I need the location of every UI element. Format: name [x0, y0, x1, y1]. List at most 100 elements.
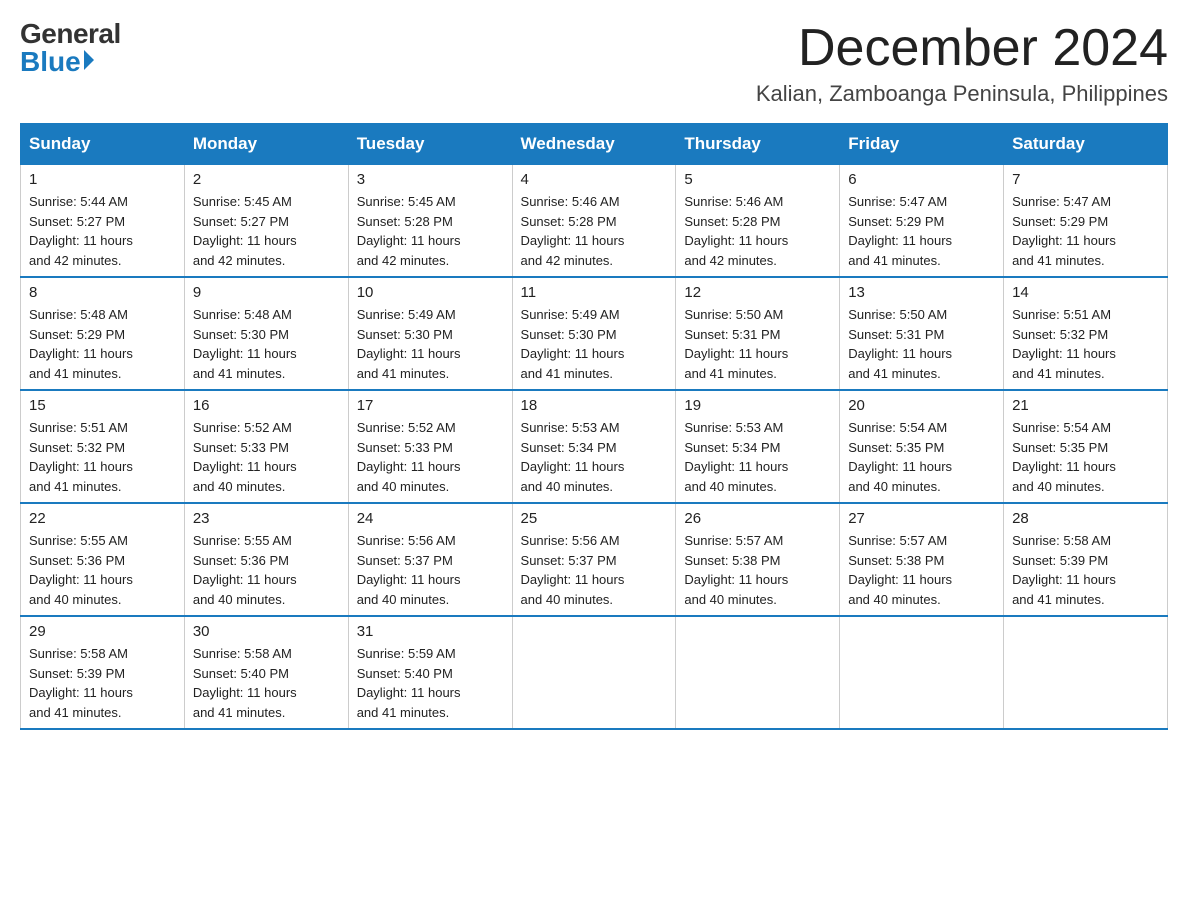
calendar-cell: 10 Sunrise: 5:49 AM Sunset: 5:30 PM Dayl…	[348, 277, 512, 390]
day-info: Sunrise: 5:45 AM Sunset: 5:27 PM Dayligh…	[193, 192, 340, 270]
day-info: Sunrise: 5:51 AM Sunset: 5:32 PM Dayligh…	[29, 418, 176, 496]
calendar-cell: 16 Sunrise: 5:52 AM Sunset: 5:33 PM Dayl…	[184, 390, 348, 503]
calendar-cell: 1 Sunrise: 5:44 AM Sunset: 5:27 PM Dayli…	[21, 165, 185, 278]
day-number: 31	[357, 623, 504, 640]
logo-general-text: General	[20, 20, 121, 48]
col-header-wednesday: Wednesday	[512, 124, 676, 165]
day-info: Sunrise: 5:46 AM Sunset: 5:28 PM Dayligh…	[684, 192, 831, 270]
title-section: December 2024 Kalian, Zamboanga Peninsul…	[756, 20, 1168, 107]
logo-triangle-icon	[84, 50, 94, 70]
calendar-cell: 24 Sunrise: 5:56 AM Sunset: 5:37 PM Dayl…	[348, 503, 512, 616]
day-number: 23	[193, 510, 340, 527]
day-number: 7	[1012, 171, 1159, 188]
calendar-week-3: 15 Sunrise: 5:51 AM Sunset: 5:32 PM Dayl…	[21, 390, 1168, 503]
day-info: Sunrise: 5:56 AM Sunset: 5:37 PM Dayligh…	[357, 531, 504, 609]
col-header-sunday: Sunday	[21, 124, 185, 165]
day-info: Sunrise: 5:49 AM Sunset: 5:30 PM Dayligh…	[357, 305, 504, 383]
calendar-cell	[512, 616, 676, 729]
calendar-cell	[676, 616, 840, 729]
calendar-cell: 8 Sunrise: 5:48 AM Sunset: 5:29 PM Dayli…	[21, 277, 185, 390]
day-number: 12	[684, 284, 831, 301]
day-info: Sunrise: 5:52 AM Sunset: 5:33 PM Dayligh…	[357, 418, 504, 496]
calendar-cell: 12 Sunrise: 5:50 AM Sunset: 5:31 PM Dayl…	[676, 277, 840, 390]
calendar-cell: 27 Sunrise: 5:57 AM Sunset: 5:38 PM Dayl…	[840, 503, 1004, 616]
day-number: 13	[848, 284, 995, 301]
day-number: 22	[29, 510, 176, 527]
calendar-cell: 9 Sunrise: 5:48 AM Sunset: 5:30 PM Dayli…	[184, 277, 348, 390]
day-info: Sunrise: 5:45 AM Sunset: 5:28 PM Dayligh…	[357, 192, 504, 270]
calendar-cell: 30 Sunrise: 5:58 AM Sunset: 5:40 PM Dayl…	[184, 616, 348, 729]
calendar-week-5: 29 Sunrise: 5:58 AM Sunset: 5:39 PM Dayl…	[21, 616, 1168, 729]
location-title: Kalian, Zamboanga Peninsula, Philippines	[756, 81, 1168, 107]
calendar-cell	[840, 616, 1004, 729]
day-info: Sunrise: 5:48 AM Sunset: 5:30 PM Dayligh…	[193, 305, 340, 383]
calendar-cell: 4 Sunrise: 5:46 AM Sunset: 5:28 PM Dayli…	[512, 165, 676, 278]
day-number: 8	[29, 284, 176, 301]
day-number: 9	[193, 284, 340, 301]
day-info: Sunrise: 5:55 AM Sunset: 5:36 PM Dayligh…	[29, 531, 176, 609]
day-info: Sunrise: 5:52 AM Sunset: 5:33 PM Dayligh…	[193, 418, 340, 496]
day-info: Sunrise: 5:51 AM Sunset: 5:32 PM Dayligh…	[1012, 305, 1159, 383]
day-number: 11	[521, 284, 668, 301]
day-number: 19	[684, 397, 831, 414]
logo: General Blue	[20, 20, 121, 76]
day-info: Sunrise: 5:46 AM Sunset: 5:28 PM Dayligh…	[521, 192, 668, 270]
calendar-cell: 29 Sunrise: 5:58 AM Sunset: 5:39 PM Dayl…	[21, 616, 185, 729]
day-number: 17	[357, 397, 504, 414]
day-info: Sunrise: 5:56 AM Sunset: 5:37 PM Dayligh…	[521, 531, 668, 609]
day-info: Sunrise: 5:50 AM Sunset: 5:31 PM Dayligh…	[684, 305, 831, 383]
day-number: 25	[521, 510, 668, 527]
calendar-cell: 13 Sunrise: 5:50 AM Sunset: 5:31 PM Dayl…	[840, 277, 1004, 390]
page-header: General Blue December 2024 Kalian, Zambo…	[20, 20, 1168, 107]
logo-blue-text: Blue	[20, 48, 121, 76]
calendar-cell: 14 Sunrise: 5:51 AM Sunset: 5:32 PM Dayl…	[1004, 277, 1168, 390]
calendar-cell: 26 Sunrise: 5:57 AM Sunset: 5:38 PM Dayl…	[676, 503, 840, 616]
day-number: 21	[1012, 397, 1159, 414]
calendar-cell: 15 Sunrise: 5:51 AM Sunset: 5:32 PM Dayl…	[21, 390, 185, 503]
calendar-week-4: 22 Sunrise: 5:55 AM Sunset: 5:36 PM Dayl…	[21, 503, 1168, 616]
col-header-saturday: Saturday	[1004, 124, 1168, 165]
day-number: 1	[29, 171, 176, 188]
day-number: 24	[357, 510, 504, 527]
calendar-cell	[1004, 616, 1168, 729]
calendar-table: SundayMondayTuesdayWednesdayThursdayFrid…	[20, 123, 1168, 730]
calendar-cell: 28 Sunrise: 5:58 AM Sunset: 5:39 PM Dayl…	[1004, 503, 1168, 616]
calendar-cell: 25 Sunrise: 5:56 AM Sunset: 5:37 PM Dayl…	[512, 503, 676, 616]
col-header-tuesday: Tuesday	[348, 124, 512, 165]
calendar-cell: 7 Sunrise: 5:47 AM Sunset: 5:29 PM Dayli…	[1004, 165, 1168, 278]
day-number: 18	[521, 397, 668, 414]
day-info: Sunrise: 5:57 AM Sunset: 5:38 PM Dayligh…	[684, 531, 831, 609]
calendar-cell: 23 Sunrise: 5:55 AM Sunset: 5:36 PM Dayl…	[184, 503, 348, 616]
day-info: Sunrise: 5:54 AM Sunset: 5:35 PM Dayligh…	[1012, 418, 1159, 496]
day-info: Sunrise: 5:58 AM Sunset: 5:40 PM Dayligh…	[193, 644, 340, 722]
day-number: 26	[684, 510, 831, 527]
day-number: 4	[521, 171, 668, 188]
col-header-monday: Monday	[184, 124, 348, 165]
day-info: Sunrise: 5:53 AM Sunset: 5:34 PM Dayligh…	[521, 418, 668, 496]
day-number: 20	[848, 397, 995, 414]
day-number: 14	[1012, 284, 1159, 301]
col-header-friday: Friday	[840, 124, 1004, 165]
calendar-cell: 2 Sunrise: 5:45 AM Sunset: 5:27 PM Dayli…	[184, 165, 348, 278]
calendar-cell: 20 Sunrise: 5:54 AM Sunset: 5:35 PM Dayl…	[840, 390, 1004, 503]
day-number: 27	[848, 510, 995, 527]
day-info: Sunrise: 5:47 AM Sunset: 5:29 PM Dayligh…	[1012, 192, 1159, 270]
day-number: 29	[29, 623, 176, 640]
calendar-cell: 21 Sunrise: 5:54 AM Sunset: 5:35 PM Dayl…	[1004, 390, 1168, 503]
day-info: Sunrise: 5:50 AM Sunset: 5:31 PM Dayligh…	[848, 305, 995, 383]
day-info: Sunrise: 5:49 AM Sunset: 5:30 PM Dayligh…	[521, 305, 668, 383]
calendar-cell: 5 Sunrise: 5:46 AM Sunset: 5:28 PM Dayli…	[676, 165, 840, 278]
day-info: Sunrise: 5:44 AM Sunset: 5:27 PM Dayligh…	[29, 192, 176, 270]
day-info: Sunrise: 5:54 AM Sunset: 5:35 PM Dayligh…	[848, 418, 995, 496]
calendar-cell: 22 Sunrise: 5:55 AM Sunset: 5:36 PM Dayl…	[21, 503, 185, 616]
calendar-cell: 6 Sunrise: 5:47 AM Sunset: 5:29 PM Dayli…	[840, 165, 1004, 278]
calendar-week-2: 8 Sunrise: 5:48 AM Sunset: 5:29 PM Dayli…	[21, 277, 1168, 390]
day-info: Sunrise: 5:57 AM Sunset: 5:38 PM Dayligh…	[848, 531, 995, 609]
day-number: 28	[1012, 510, 1159, 527]
calendar-week-1: 1 Sunrise: 5:44 AM Sunset: 5:27 PM Dayli…	[21, 165, 1168, 278]
day-number: 10	[357, 284, 504, 301]
day-number: 6	[848, 171, 995, 188]
day-number: 15	[29, 397, 176, 414]
day-number: 16	[193, 397, 340, 414]
calendar-cell: 18 Sunrise: 5:53 AM Sunset: 5:34 PM Dayl…	[512, 390, 676, 503]
